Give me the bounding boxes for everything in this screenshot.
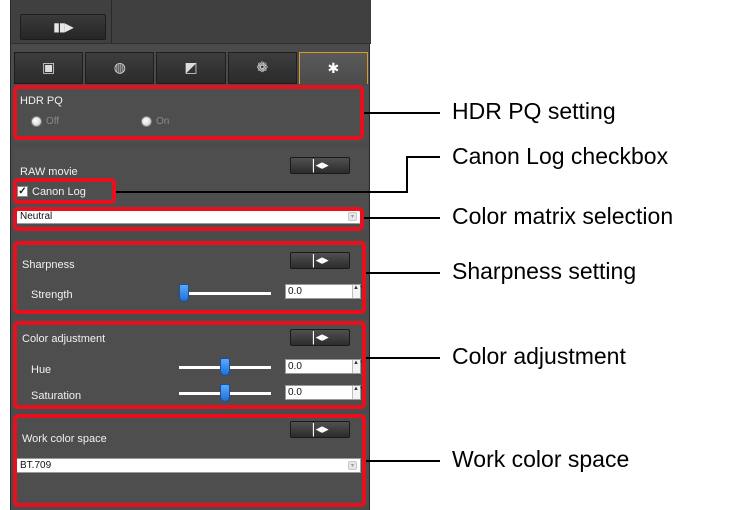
sharpness-callout: Sharpness setting bbox=[452, 258, 637, 284]
work-color-space-callout: Work color space bbox=[452, 446, 630, 472]
hdr-pq-highlight bbox=[13, 85, 364, 140]
color-matrix-highlight bbox=[13, 207, 364, 231]
raw-movie-reset-button[interactable]: |◂▸ bbox=[290, 157, 350, 174]
sharpness-highlight bbox=[13, 241, 366, 314]
work-color-space-callout-line bbox=[366, 460, 440, 462]
tab-color[interactable]: ❁ bbox=[227, 52, 297, 84]
color-adjustment-callout-line bbox=[366, 357, 440, 359]
hdr-pq-callout: HDR PQ setting bbox=[452, 98, 616, 124]
tone-curve-icon: ◩ bbox=[184, 60, 198, 76]
work-color-space-highlight bbox=[13, 414, 366, 507]
palette-top-strip: ▮▮▶ bbox=[11, 0, 371, 44]
color-wheel-icon: ❁ bbox=[256, 60, 269, 76]
sharpness-callout-line bbox=[366, 272, 440, 274]
color-matrix-callout: Color matrix selection bbox=[452, 203, 674, 229]
hdr-pq-callout-line bbox=[364, 112, 440, 114]
nr-magnify-icon: ◍ bbox=[113, 60, 126, 76]
canon-log-callout-line bbox=[116, 191, 408, 193]
tab-settings[interactable]: ✱ bbox=[298, 52, 369, 84]
color-matrix-callout-line bbox=[364, 217, 440, 219]
viewer-toggle-icon: ▮▮▶ bbox=[53, 20, 73, 34]
tab-tone-curve[interactable]: ◩ bbox=[156, 52, 226, 84]
viewer-toggle-button[interactable]: ▮▮▶ bbox=[20, 14, 106, 40]
gear-icon: ✱ bbox=[327, 60, 340, 77]
canon-log-callout-line-vertical bbox=[406, 156, 408, 193]
color-adjustment-callout: Color adjustment bbox=[452, 343, 626, 369]
image-adjust-icon: ▣ bbox=[41, 60, 56, 76]
canon-log-callout-line-top bbox=[406, 156, 440, 158]
reset-icon: |◂▸ bbox=[311, 158, 329, 173]
tab-image-adjust[interactable]: ▣ bbox=[14, 52, 84, 84]
canon-log-highlight bbox=[13, 178, 116, 204]
raw-movie-title: RAW movie bbox=[20, 166, 78, 178]
tab-noise-reduction[interactable]: ◍ bbox=[85, 52, 155, 84]
color-adjustment-highlight bbox=[13, 321, 366, 409]
tool-tabs: ▣ ◍ ◩ ❁ ✱ bbox=[14, 52, 369, 84]
canon-log-callout: Canon Log checkbox bbox=[452, 143, 669, 169]
top-divider bbox=[111, 0, 112, 44]
